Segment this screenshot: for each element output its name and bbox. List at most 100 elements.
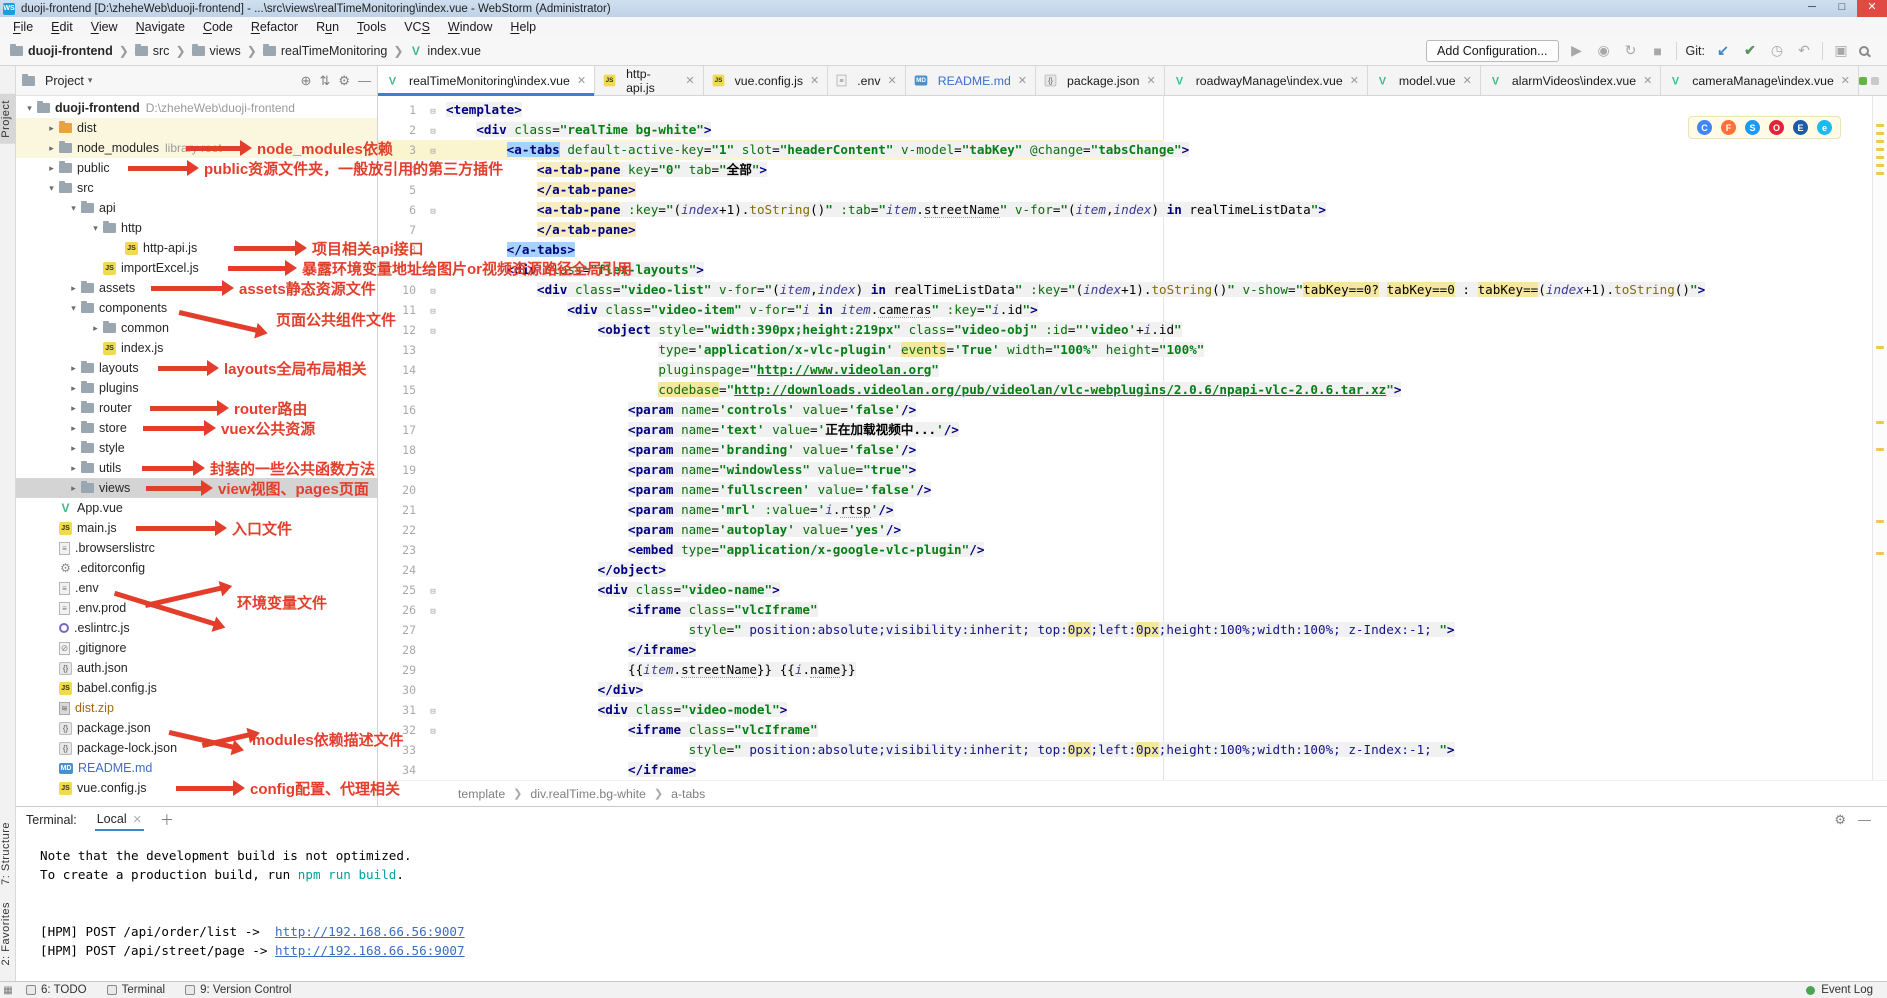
history-icon[interactable]: ◷ bbox=[1768, 42, 1786, 59]
menu-vcs[interactable]: VCS bbox=[395, 20, 439, 34]
tree-item-style[interactable]: ▸style bbox=[16, 438, 377, 458]
menu-code[interactable]: Code bbox=[194, 20, 242, 34]
chevron-down-icon[interactable]: ▾ bbox=[88, 75, 93, 86]
edge-icon[interactable]: E bbox=[1793, 120, 1808, 135]
statusbar--todo[interactable]: 6: TODO bbox=[16, 984, 97, 996]
event-log-label[interactable]: Event Log bbox=[1821, 984, 1873, 996]
stop-icon[interactable]: ■ bbox=[1649, 43, 1667, 59]
run-coverage-icon[interactable]: ↻ bbox=[1622, 42, 1640, 59]
close-icon[interactable]: ✕ bbox=[133, 814, 142, 826]
project-panel-title[interactable]: Project bbox=[45, 74, 84, 88]
tree-item-views[interactable]: ▸viewsview视图、pages页面 bbox=[16, 478, 377, 498]
tree-item-dist.zip[interactable]: ≋dist.zip bbox=[16, 698, 377, 718]
menu-tools[interactable]: Tools bbox=[348, 20, 395, 34]
tree-item-.eslintrc.js[interactable]: .eslintrc.js bbox=[16, 618, 377, 638]
tree-item-duoji-frontend[interactable]: ▾duoji-frontendD:\zheheWeb\duoji-fronten… bbox=[16, 98, 377, 118]
tool-button-favorites[interactable]: 2: Favorites bbox=[0, 902, 16, 965]
close-icon[interactable]: ✕ bbox=[1018, 74, 1027, 87]
close-icon[interactable]: ✕ bbox=[810, 74, 819, 87]
tree-item-utils[interactable]: ▸utils封装的一些公共函数方法 bbox=[16, 458, 377, 478]
tree-item-router[interactable]: ▸routerrouter路由 bbox=[16, 398, 377, 418]
close-icon[interactable]: ✕ bbox=[577, 74, 586, 87]
editor-tab-http-api.js[interactable]: JShttp-api.js✕ bbox=[595, 66, 704, 95]
maximize-button[interactable]: □ bbox=[1827, 0, 1857, 17]
breadcrumb-realTimeMonitoring[interactable]: realTimeMonitoring bbox=[263, 44, 388, 58]
statusbar--version-control[interactable]: 9: Version Control bbox=[175, 984, 301, 996]
editor-breadcrumb-template[interactable]: template bbox=[458, 787, 505, 801]
new-terminal-icon[interactable]: ＋ bbox=[160, 810, 174, 830]
tree-item-README.md[interactable]: MDREADME.md bbox=[16, 758, 377, 778]
collapse-all-icon[interactable]: ⇅ bbox=[319, 73, 330, 89]
debug-bug-icon[interactable]: ◉ bbox=[1595, 42, 1613, 59]
firefox-icon[interactable]: F bbox=[1721, 120, 1736, 135]
tree-item-src[interactable]: ▾src bbox=[16, 178, 377, 198]
tree-item-http-api.js[interactable]: JShttp-api.js项目相关api接口 bbox=[16, 238, 377, 258]
editor-tab-alarmVideos\index.vue[interactable]: ValarmVideos\index.vue✕ bbox=[1481, 66, 1661, 95]
tree-item-plugins[interactable]: ▸plugins bbox=[16, 378, 377, 398]
gear-icon[interactable]: ⚙ bbox=[1834, 812, 1846, 828]
minimize-button[interactable]: ─ bbox=[1797, 0, 1827, 17]
tree-item-.env.prod[interactable]: ≡.env.prod bbox=[16, 598, 377, 618]
tool-button-structure[interactable]: 7: Structure bbox=[0, 822, 16, 885]
tree-item-App.vue[interactable]: VApp.vue bbox=[16, 498, 377, 518]
menu-window[interactable]: Window bbox=[439, 20, 501, 34]
menu-view[interactable]: View bbox=[82, 20, 127, 34]
editor-error-stripe[interactable] bbox=[1872, 96, 1887, 780]
menu-refactor[interactable]: Refactor bbox=[242, 20, 307, 34]
editor-tab-README.md[interactable]: MDREADME.md✕ bbox=[906, 66, 1036, 95]
editor-tab-.env[interactable]: ≡.env✕ bbox=[828, 66, 905, 95]
editor-breadcrumb-div.realTime.bg-white[interactable]: div.realTime.bg-white bbox=[530, 787, 646, 801]
tree-item-node_modules[interactable]: ▸node_moduleslibrary rootnode_modules依赖 bbox=[16, 138, 377, 158]
tree-item-store[interactable]: ▸storevuex公共资源 bbox=[16, 418, 377, 438]
editor-tab-roadwayManage\index.vue[interactable]: VroadwayManage\index.vue✕ bbox=[1165, 66, 1368, 95]
tree-item-layouts[interactable]: ▸layoutslayouts全局布局相关 bbox=[16, 358, 377, 378]
menu-file[interactable]: File bbox=[4, 20, 42, 34]
tree-item-api[interactable]: ▾api bbox=[16, 198, 377, 218]
tree-item-.gitignore[interactable]: ⊘.gitignore bbox=[16, 638, 377, 658]
tree-item-.browserslistrc[interactable]: ≡.browserslistrc bbox=[16, 538, 377, 558]
run-anything-icon[interactable]: ▣ bbox=[1832, 42, 1850, 59]
search-everywhere-icon[interactable] bbox=[1859, 46, 1869, 56]
breadcrumb-index.vue[interactable]: Vindex.vue bbox=[409, 44, 481, 58]
editor-tab-realTimeMonitoring\index.vue[interactable]: VrealTimeMonitoring\index.vue✕ bbox=[378, 66, 595, 95]
terminal-tab-local[interactable]: Local✕ bbox=[95, 809, 144, 831]
hide-panel-icon[interactable]: ― bbox=[1858, 812, 1871, 828]
tree-item-index.js[interactable]: JSindex.js bbox=[16, 338, 377, 358]
git-update-icon[interactable]: ↙ bbox=[1714, 42, 1732, 59]
close-button[interactable]: ✕ bbox=[1857, 0, 1887, 17]
close-icon[interactable]: ✕ bbox=[685, 74, 694, 87]
menu-navigate[interactable]: Navigate bbox=[127, 20, 194, 34]
tree-item-importExcel.js[interactable]: JSimportExcel.js暴露环境变量地址给图片or视频资源路径全局引用 bbox=[16, 258, 377, 278]
editor-tab-vue.config.js[interactable]: JSvue.config.js✕ bbox=[704, 66, 829, 95]
close-icon[interactable]: ✕ bbox=[1350, 74, 1359, 87]
close-icon[interactable]: ✕ bbox=[1463, 74, 1472, 87]
statusbar-terminal[interactable]: Terminal bbox=[97, 984, 175, 996]
tree-item-components[interactable]: ▾components页面公共组件文件 bbox=[16, 298, 377, 318]
tree-item-.env[interactable]: ≡.env环境变量文件 bbox=[16, 578, 377, 598]
close-icon[interactable]: ✕ bbox=[1841, 74, 1850, 87]
gear-icon[interactable]: ⚙ bbox=[338, 73, 350, 89]
tree-item-package-lock.json[interactable]: {}package-lock.json bbox=[16, 738, 377, 758]
tree-item-vue.config.js[interactable]: JSvue.config.jsconfig配置、代理相关 bbox=[16, 778, 377, 798]
chrome-icon[interactable]: C bbox=[1697, 120, 1712, 135]
safari-icon[interactable]: S bbox=[1745, 120, 1760, 135]
tree-item-babel.config.js[interactable]: JSbabel.config.js bbox=[16, 678, 377, 698]
editor-breadcrumb-a-tabs[interactable]: a-tabs bbox=[671, 787, 705, 801]
git-commit-icon[interactable]: ✔ bbox=[1741, 42, 1759, 59]
rollback-icon[interactable]: ↶ bbox=[1795, 42, 1813, 59]
close-icon[interactable]: ✕ bbox=[1146, 74, 1155, 87]
breadcrumb-src[interactable]: src bbox=[135, 44, 170, 58]
tree-item-.editorconfig[interactable]: ⚙.editorconfig bbox=[16, 558, 377, 578]
hide-panel-icon[interactable]: ― bbox=[358, 73, 371, 89]
menu-edit[interactable]: Edit bbox=[42, 20, 82, 34]
code-editor[interactable]: 1⊟<template>2⊟ <div class="realTime bg-w… bbox=[378, 96, 1887, 780]
menu-help[interactable]: Help bbox=[501, 20, 545, 34]
ie-icon[interactable]: e bbox=[1817, 120, 1832, 135]
editor-tab-package.json[interactable]: {}package.json✕ bbox=[1036, 66, 1165, 95]
close-icon[interactable]: ✕ bbox=[887, 74, 896, 87]
tree-item-http[interactable]: ▾http bbox=[16, 218, 377, 238]
locate-file-icon[interactable]: ⊕ bbox=[301, 73, 312, 89]
tree-item-assets[interactable]: ▸assetsassets静态资源文件 bbox=[16, 278, 377, 298]
tree-item-dist[interactable]: ▸dist bbox=[16, 118, 377, 138]
menu-run[interactable]: Run bbox=[307, 20, 348, 34]
